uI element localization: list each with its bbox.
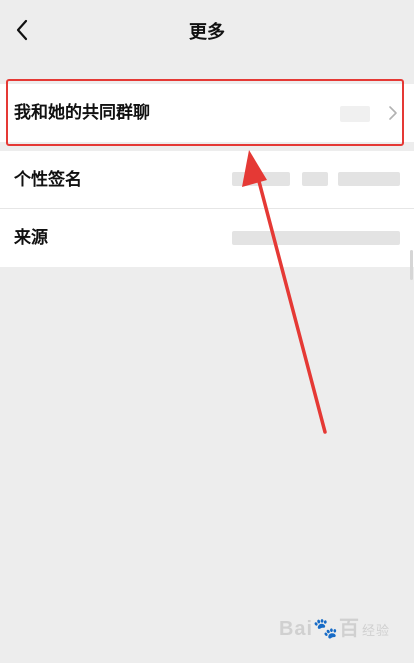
paw-icon: 🐾 <box>313 618 339 640</box>
watermark-brand2: 百 <box>338 618 360 640</box>
arrow-head <box>242 150 267 187</box>
watermark: Bai🐾百 经验 <box>279 612 390 641</box>
watermark-sub: 经验 <box>361 623 390 638</box>
arrow-line <box>254 168 327 434</box>
scrollbar[interactable] <box>410 250 413 280</box>
watermark-brand: Bai <box>278 618 314 640</box>
annotation-arrow <box>242 150 327 434</box>
